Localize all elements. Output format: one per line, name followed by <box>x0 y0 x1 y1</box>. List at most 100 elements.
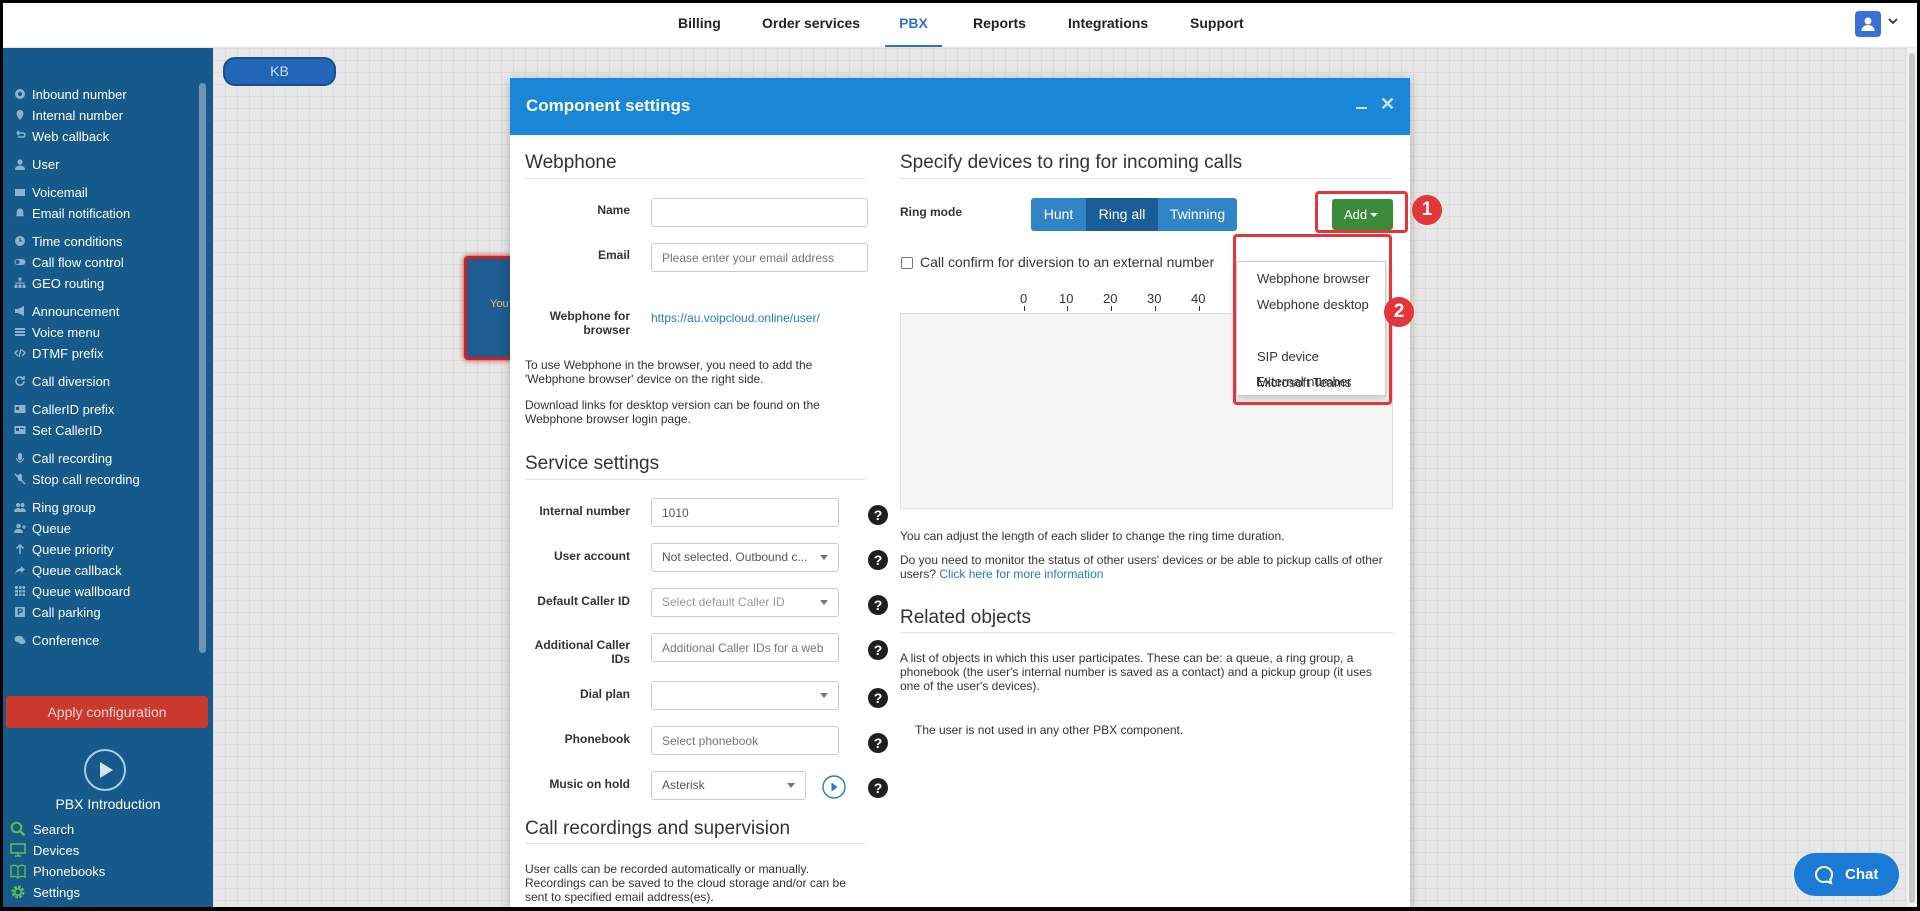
sidebar-item-queue-priority[interactable]: Queue priority <box>14 541 114 559</box>
help-icon[interactable]: ? <box>868 778 888 798</box>
sidebar-item-queue[interactable]: Queue <box>14 520 71 538</box>
sidebar-item-stop-call-recording[interactable]: Stop call recording <box>14 471 140 489</box>
divider <box>525 479 865 480</box>
sidebar-item-conference[interactable]: Conference <box>14 632 99 650</box>
sidebar-item-time-conditions[interactable]: Time conditions <box>14 233 123 251</box>
ring-mode-ring-all[interactable]: Ring all <box>1086 198 1158 231</box>
help-icon[interactable]: ? <box>868 733 888 753</box>
more-information-link[interactable]: Click here for more information <box>939 567 1103 581</box>
sidebar-item-queue-wallboard[interactable]: Queue wallboard <box>14 583 130 601</box>
sidebar-item-announcement[interactable]: Announcement <box>14 303 119 321</box>
sidebar-item-email-notification[interactable]: Email notification <box>14 205 130 223</box>
user-account-select[interactable]: Not selected. Outbound c... <box>651 543 839 572</box>
call-confirm-checkbox[interactable] <box>901 257 913 269</box>
nav-order-services[interactable]: Order services <box>762 0 860 47</box>
dial-plan-label: Dial plan <box>579 687 630 701</box>
sidebar-item-voicemail[interactable]: Voicemail <box>14 184 88 202</box>
sidebar-scrollbar[interactable] <box>199 83 206 653</box>
page-scrollbar[interactable] <box>1907 48 1917 908</box>
webphone-note-desktop: Download links for desktop version can b… <box>525 398 820 426</box>
callback-icon <box>16 130 26 138</box>
help-icon[interactable]: ? <box>868 505 888 525</box>
redirect-icon <box>15 376 25 386</box>
user-menu-button[interactable] <box>1855 11 1881 37</box>
sidebar-item-geo-routing[interactable]: GEO routing <box>14 275 104 293</box>
sidebar-item-dtmf-prefix[interactable]: DTMF prefix <box>14 345 104 363</box>
sidebar-item-internal-number[interactable]: Internal number <box>14 107 123 125</box>
dial-plan-select[interactable] <box>651 681 839 710</box>
play-music-button[interactable] <box>822 775 846 799</box>
mic-off-icon <box>14 473 26 485</box>
sidebar-phonebooks[interactable]: Phonebooks <box>10 863 105 881</box>
name-input[interactable] <box>651 198 868 227</box>
internal-number-label: Internal number <box>539 504 630 518</box>
webphone-browser-link[interactable]: https://au.voipcloud.online/user/ <box>651 311 820 325</box>
sidebar-search[interactable]: Search <box>10 821 74 839</box>
mic-icon <box>16 453 24 463</box>
share-icon <box>15 566 25 575</box>
axis-tick <box>1111 306 1112 311</box>
sidebar-item-inbound-number[interactable]: Inbound number <box>14 86 127 104</box>
music-on-hold-select[interactable]: Asterisk <box>651 771 806 800</box>
sidebar-settings[interactable]: Settings <box>10 884 80 902</box>
chevron-down-icon[interactable] <box>1886 14 1900 28</box>
webphone-section-title: Webphone <box>525 152 617 173</box>
pin-icon <box>16 110 24 120</box>
minimize-icon[interactable] <box>1356 107 1367 109</box>
apply-configuration-button[interactable]: Apply configuration <box>6 696 208 728</box>
sidebar-item-call-diversion[interactable]: Call diversion <box>14 373 110 391</box>
divider <box>900 178 1393 179</box>
nav-pbx[interactable]: PBX <box>885 0 942 47</box>
sidebar-item-web-callback[interactable]: Web callback <box>14 128 109 146</box>
nav-support[interactable]: Support <box>1190 0 1244 47</box>
code-icon <box>14 348 26 358</box>
email-input[interactable] <box>651 243 868 272</box>
help-icon[interactable]: ? <box>868 640 888 660</box>
additional-caller-ids-input[interactable] <box>651 633 839 662</box>
nav-billing[interactable]: Billing <box>678 0 721 47</box>
help-icon[interactable]: ? <box>868 595 888 615</box>
kb-button[interactable]: KB <box>223 57 336 86</box>
close-icon[interactable]: ✕ <box>1380 94 1395 115</box>
internal-number-input[interactable] <box>651 498 839 527</box>
ring-mode-label: Ring mode <box>900 205 962 219</box>
id-card-icon <box>14 426 26 434</box>
chat-button[interactable]: Chat <box>1794 853 1899 896</box>
monitor-note: Do you need to monitor the status of oth… <box>900 553 1383 581</box>
grid-icon <box>15 586 25 596</box>
name-label: Name <box>597 203 630 217</box>
pbx-intro-play-button[interactable] <box>84 749 126 791</box>
axis-tick-label: 30 <box>1147 291 1162 306</box>
help-icon[interactable]: ? <box>868 688 888 708</box>
default-caller-id-select[interactable]: Select default Caller ID <box>651 588 839 617</box>
sidebar-item-voice-menu[interactable]: Voice menu <box>14 324 100 342</box>
call-confirm-label: Call confirm for diversion to an externa… <box>920 254 1215 270</box>
axis-tick-label: 20 <box>1103 291 1118 306</box>
sidebar-devices[interactable]: Devices <box>10 842 79 860</box>
sidebar-item-user[interactable]: User <box>14 156 59 174</box>
chevron-down-icon <box>787 783 795 788</box>
nav-integrations[interactable]: Integrations <box>1068 0 1148 47</box>
chevron-down-icon <box>820 555 828 560</box>
bell-icon <box>15 208 25 217</box>
circle-dot-icon <box>15 89 25 99</box>
user-account-label: User account <box>553 549 630 563</box>
axis-tick <box>1199 306 1200 311</box>
sidebar-item-queue-callback[interactable]: Queue callback <box>14 562 122 580</box>
phonebook-input[interactable] <box>651 726 839 755</box>
nav-reports[interactable]: Reports <box>973 0 1026 47</box>
sidebar-item-set-callerid[interactable]: Set CallerID <box>14 422 102 440</box>
sitemap-icon <box>14 277 26 288</box>
sidebar-item-callerid-prefix[interactable]: CallerID prefix <box>14 401 114 419</box>
modal-title: Component settings <box>526 96 691 115</box>
ring-mode-twinning[interactable]: Twinning <box>1158 198 1237 231</box>
canvas-node-label: You <box>490 298 509 310</box>
ring-mode-hunt[interactable]: Hunt <box>1031 198 1086 231</box>
sidebar-item-call-flow-control[interactable]: Call flow control <box>14 254 124 272</box>
sidebar-item-call-recording[interactable]: Call recording <box>14 450 112 468</box>
sidebar-item-ring-group[interactable]: Ring group <box>14 499 96 517</box>
pbx-intro-label[interactable]: PBX Introduction <box>3 796 213 812</box>
related-objects-empty: The user is not used in any other PBX co… <box>915 723 1184 737</box>
help-icon[interactable]: ? <box>868 550 888 570</box>
sidebar-item-call-parking[interactable]: Call parking <box>14 604 101 622</box>
